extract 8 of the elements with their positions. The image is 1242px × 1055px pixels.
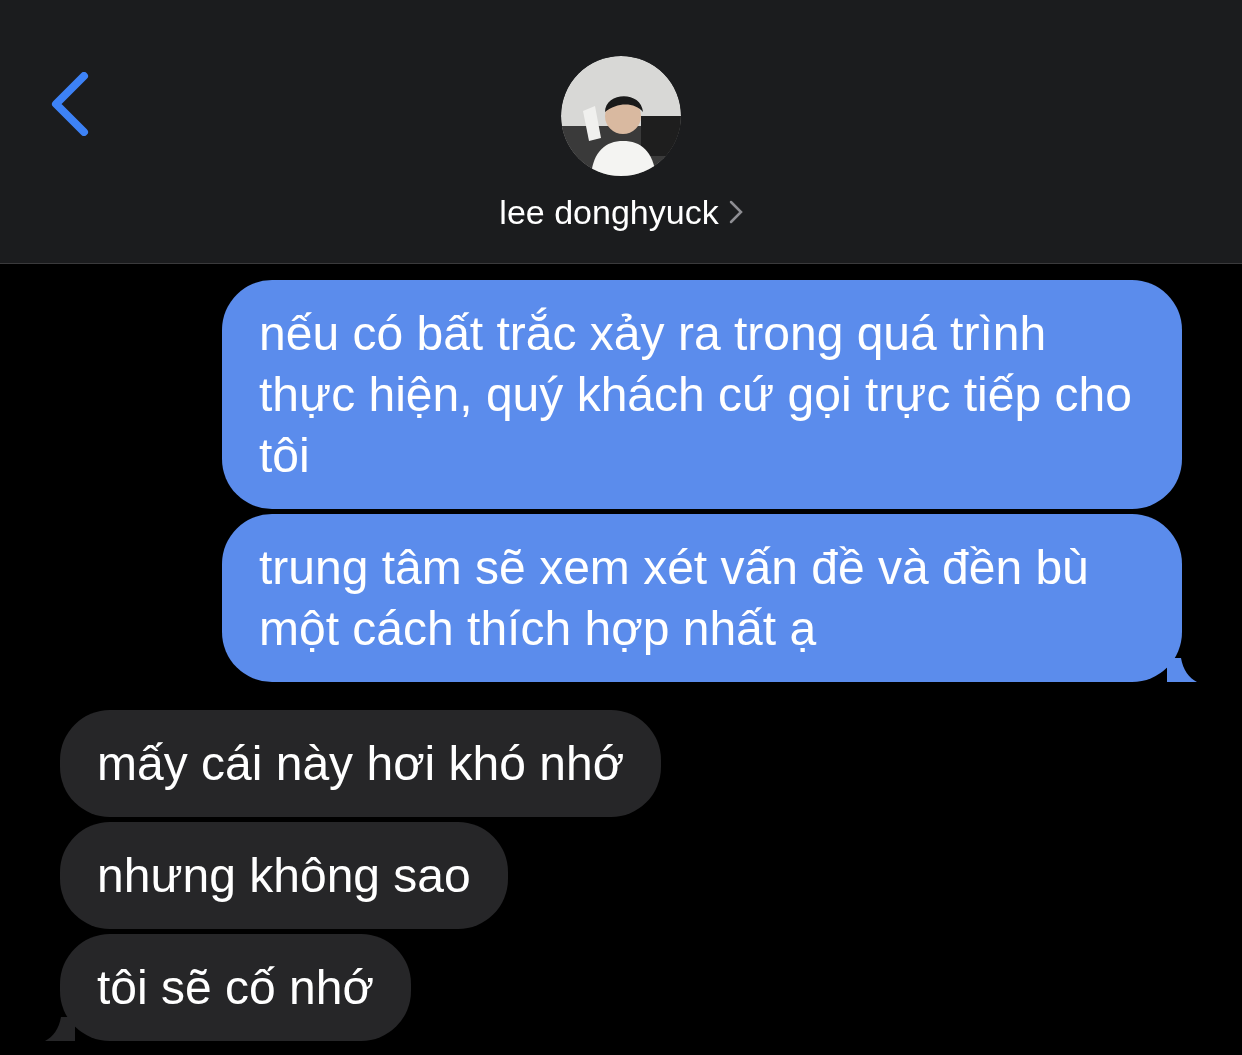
message-bubble: tôi sẽ cố nhớ xyxy=(60,934,411,1041)
chevron-right-icon[interactable] xyxy=(728,200,743,224)
message-bubble: trung tâm sẽ xem xét vấn đề và đền bù một cách thích hợp nhất ạ xyxy=(222,514,1182,682)
contact-name[interactable]: lee donghyuck xyxy=(499,190,719,234)
message-bubble: nếu có bất trắc xảy ra trong quá trình thực hiện, quý khách cứ gọi trực tiếp cho tôi xyxy=(222,280,1182,509)
message-bubble: mấy cái này hơi khó nhớ xyxy=(60,710,662,817)
back-icon[interactable] xyxy=(50,72,90,136)
message-bubble: nhưng không sao xyxy=(60,822,508,929)
